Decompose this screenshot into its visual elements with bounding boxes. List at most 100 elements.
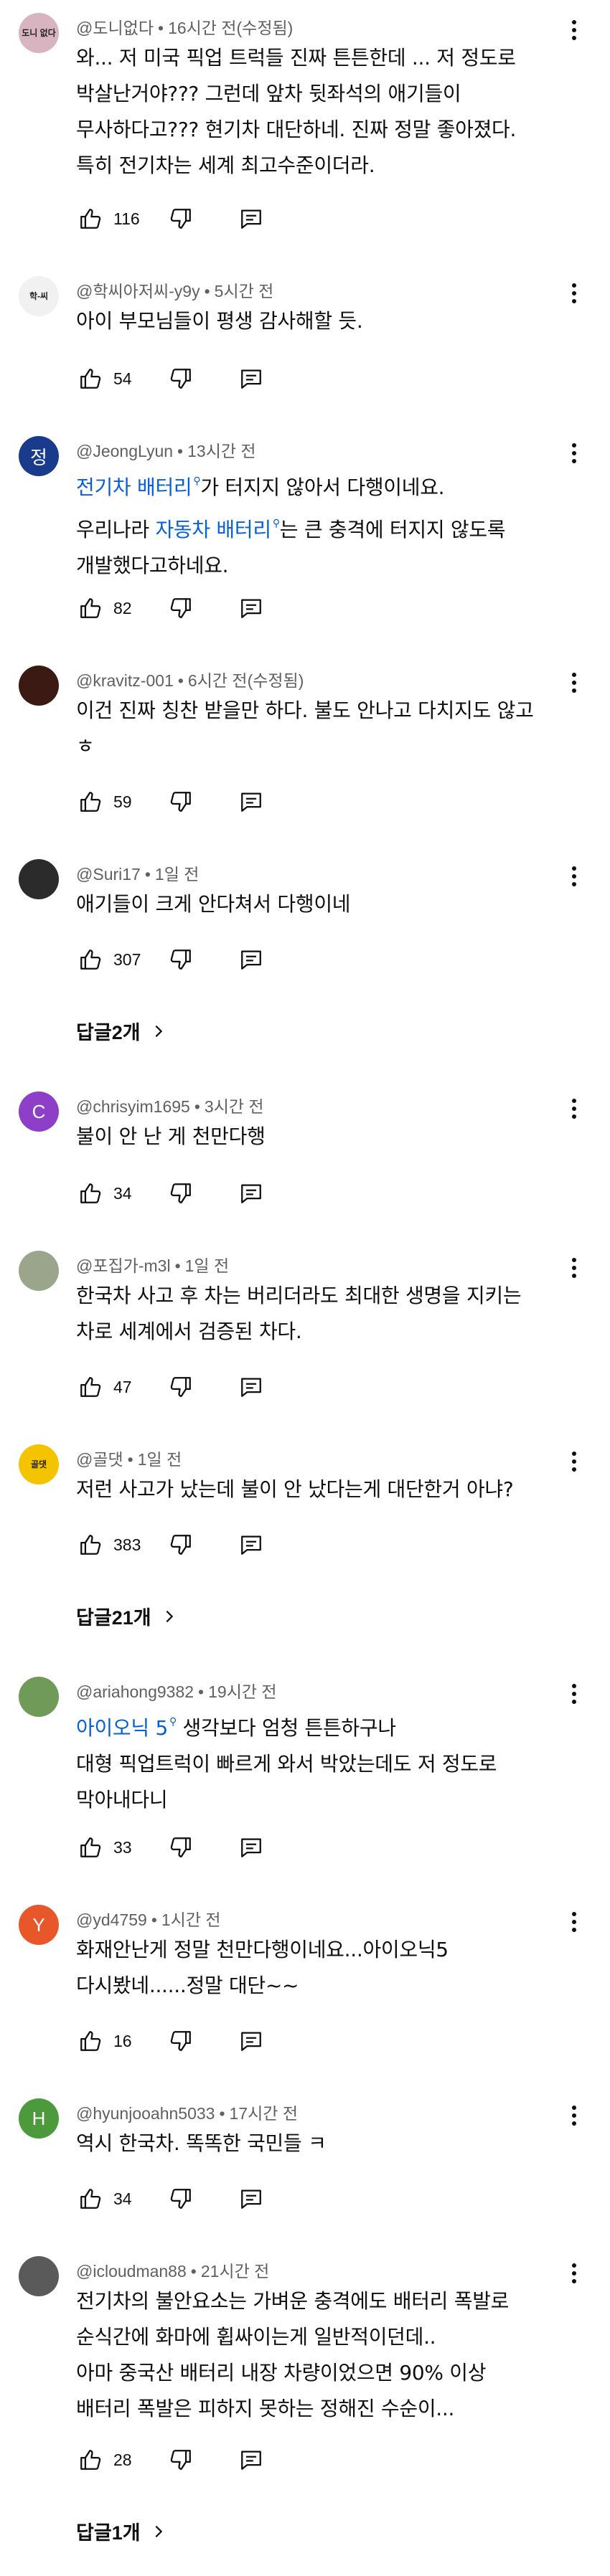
reply-icon[interactable]	[237, 2184, 266, 2213]
like-icon[interactable]	[76, 2184, 105, 2213]
more-options-icon[interactable]	[566, 862, 583, 891]
search-link[interactable]: 자동차 배터리 ⚲	[155, 518, 280, 541]
comment-author[interactable]: @포집가-m3l	[76, 1256, 171, 1275]
dislike-icon[interactable]	[166, 2445, 195, 2474]
text-segment: 대형 픽업트럭이 빠르게 와서 박았는데도 저 정도로	[76, 1752, 497, 1776]
comment-author[interactable]: @골댓	[76, 1450, 123, 1469]
text-segment: 역시 한국차. 똑똑한 국민들 ㅋ	[76, 2131, 327, 2155]
text-segment: 순식간에 화마에 휩싸이는게 일반적이던데..	[76, 2325, 436, 2349]
like-icon[interactable]	[76, 204, 105, 233]
dislike-icon[interactable]	[166, 1179, 195, 1208]
avatar[interactable]: 정	[19, 436, 59, 476]
meta-separator: •	[219, 2104, 225, 2123]
dislike-icon[interactable]	[166, 2027, 195, 2055]
more-options-icon[interactable]	[566, 279, 583, 308]
dislike-icon[interactable]	[166, 204, 195, 233]
dislike-icon[interactable]	[166, 594, 195, 622]
like-icon[interactable]	[76, 364, 105, 393]
more-options-icon[interactable]	[566, 1447, 583, 1476]
like-count: 16	[113, 2031, 132, 2050]
comment-item: H @hyunjooahn5033 • 17시간 전역시 한국차. 똑똑한 국민들 ㅋ…	[0, 2098, 610, 2220]
search-link[interactable]: 전기차 배터리 ⚲	[76, 475, 201, 499]
avatar[interactable]: C	[19, 1092, 59, 1132]
like-icon[interactable]	[76, 2445, 105, 2474]
more-options-icon[interactable]	[566, 439, 583, 468]
comment-meta: @Suri17 • 1일 전	[76, 861, 199, 885]
dislike-icon[interactable]	[166, 364, 195, 393]
reply-icon[interactable]	[237, 594, 266, 622]
reply-icon[interactable]	[237, 945, 266, 974]
like-icon[interactable]	[76, 1833, 105, 1862]
comment-line: 한국차 사고 후 차는 버리더라도 최대한 생명을 지키는	[76, 1278, 564, 1314]
comment-actions: 116	[76, 204, 266, 233]
avatar[interactable]: H	[19, 2098, 59, 2139]
view-replies-button[interactable]: 답글 2개	[76, 1017, 166, 1045]
reply-icon[interactable]	[237, 787, 266, 816]
like-icon[interactable]	[76, 1373, 105, 1401]
avatar[interactable]: 골댓	[19, 1444, 59, 1484]
reply-icon[interactable]	[237, 2027, 266, 2055]
avatar[interactable]	[19, 1251, 59, 1291]
avatar[interactable]	[19, 1677, 59, 1717]
comment-author[interactable]: @학씨아저씨-y9y	[76, 282, 200, 300]
comment-meta: @hyunjooahn5033 • 17시간 전	[76, 2100, 298, 2124]
segment-text: 아이 부모님들이 평생 감사해할 듯.	[76, 309, 363, 333]
comment-author[interactable]: @chrisyim1695	[76, 1097, 190, 1116]
more-options-icon[interactable]	[566, 668, 583, 697]
comment-author[interactable]: @yd4759	[76, 1910, 147, 1929]
reply-icon[interactable]	[237, 2445, 266, 2474]
like-icon[interactable]	[76, 594, 105, 622]
search-link[interactable]: 아이오닉 5 ⚲	[76, 1716, 177, 1740]
like-icon[interactable]	[76, 1530, 105, 1559]
dislike-icon[interactable]	[166, 787, 195, 816]
reply-icon[interactable]	[237, 1833, 266, 1862]
reply-icon[interactable]	[237, 364, 266, 393]
comment-author[interactable]: @JeongLyun	[76, 442, 173, 460]
segment-text: 배터리 폭발은 피하지 못하는 정해진 수순이...	[76, 2397, 455, 2420]
dislike-icon[interactable]	[166, 1833, 195, 1862]
dislike-icon[interactable]	[166, 2184, 195, 2213]
comment-line: 순식간에 화마에 휩싸이는게 일반적이던데..	[76, 2319, 564, 2355]
comment-actions: 47	[76, 1373, 266, 1401]
comment-line: 전기차의 불안요소는 가벼운 충격에도 배터리 폭발로	[76, 2283, 564, 2319]
avatar[interactable]	[19, 666, 59, 706]
view-replies-button[interactable]: 답글 1개	[76, 2517, 166, 2545]
comment-author[interactable]: @ariahong9382	[76, 1682, 194, 1701]
comment-author[interactable]: @Suri17	[76, 865, 141, 884]
like-icon[interactable]	[76, 2027, 105, 2055]
avatar[interactable]	[19, 859, 59, 899]
dislike-icon[interactable]	[166, 1373, 195, 1401]
reply-icon[interactable]	[237, 204, 266, 233]
avatar[interactable]	[19, 2256, 59, 2296]
avatar[interactable]: Y	[19, 1905, 59, 1945]
like-icon[interactable]	[76, 787, 105, 816]
avatar[interactable]: 도니 없다	[19, 13, 59, 53]
reply-icon[interactable]	[237, 1179, 266, 1208]
comment-author[interactable]: @kravitz-001	[76, 671, 174, 690]
segment-text: 개발했다고하네요.	[76, 554, 229, 577]
more-options-icon[interactable]	[566, 1908, 583, 1936]
reply-icon[interactable]	[237, 1530, 266, 1559]
dislike-icon[interactable]	[166, 1530, 195, 1559]
more-options-icon[interactable]	[566, 2259, 583, 2288]
more-options-icon[interactable]	[566, 1094, 583, 1123]
reply-icon[interactable]	[237, 1373, 266, 1401]
segment-text: 전기차 배터리	[76, 475, 192, 499]
more-options-icon[interactable]	[566, 1680, 583, 1708]
like-icon[interactable]	[76, 945, 105, 974]
comment-meta: @icloudman88 • 21시간 전	[76, 2258, 269, 2282]
more-options-icon[interactable]	[566, 16, 583, 44]
text-segment: 박살난거야??? 그런데 앞차 뒷좌석의 애기들이	[76, 82, 461, 105]
view-replies-button[interactable]: 답글 21개	[76, 1602, 177, 1630]
comment-author[interactable]: @hyunjooahn5033	[76, 2104, 215, 2123]
like-icon[interactable]	[76, 1179, 105, 1208]
more-options-icon[interactable]	[566, 2101, 583, 2130]
more-options-icon[interactable]	[566, 1254, 583, 1282]
text-segment: 가 터지지 않아서 다행이네요.	[200, 475, 444, 499]
comment-author[interactable]: @도니없다	[76, 19, 154, 37]
avatar[interactable]: 학-씨	[19, 276, 59, 316]
comment-author[interactable]: @icloudman88	[76, 2262, 187, 2281]
dislike-icon[interactable]	[166, 945, 195, 974]
like-count: 34	[113, 2189, 132, 2208]
like-count: 82	[113, 598, 132, 617]
